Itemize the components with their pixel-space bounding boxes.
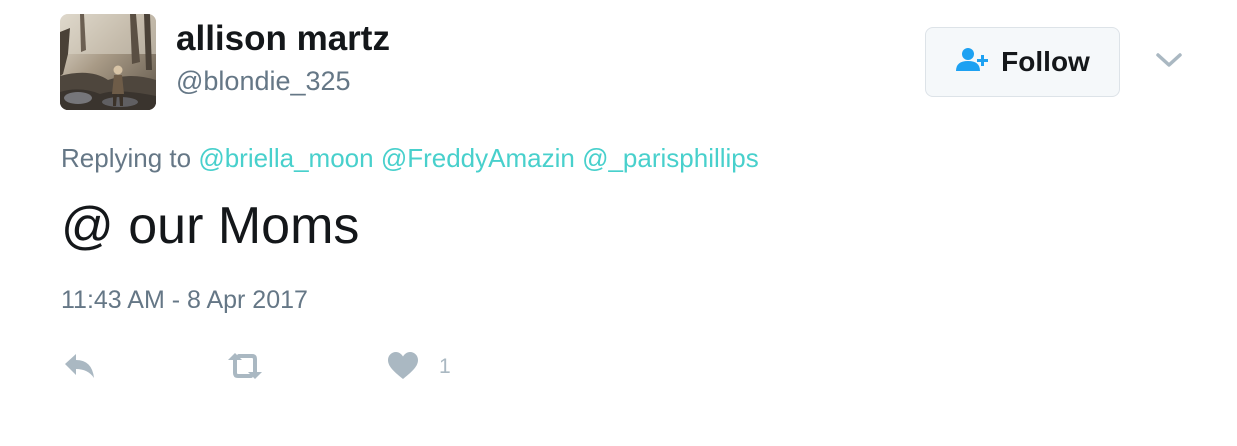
mention-link[interactable]: @_parisphillips <box>582 143 759 173</box>
like-count: 1 <box>439 355 451 378</box>
follow-button[interactable]: Follow <box>925 27 1120 97</box>
add-user-icon <box>955 47 991 78</box>
chevron-down-icon[interactable] <box>1152 46 1186 74</box>
avatar-photo <box>60 14 156 110</box>
retweet-icon[interactable] <box>224 351 266 386</box>
tweet-text: @ our Moms <box>61 197 360 255</box>
display-name[interactable]: allison martz <box>176 18 390 60</box>
heart-icon[interactable] <box>387 351 419 386</box>
mention-link[interactable]: @FreddyAmazin <box>381 143 575 173</box>
follow-label: Follow <box>1001 46 1090 77</box>
replying-to-label: Replying to <box>61 143 192 173</box>
reply-icon[interactable] <box>62 351 98 386</box>
avatar[interactable] <box>60 14 156 110</box>
timestamp[interactable]: 11:43 AM - 8 Apr 2017 <box>61 283 308 317</box>
username[interactable]: @blondie_325 <box>176 64 351 98</box>
replying-to: Replying to @briella_moon @FreddyAmazin … <box>61 141 759 175</box>
mention-link[interactable]: @briella_moon <box>198 143 373 173</box>
